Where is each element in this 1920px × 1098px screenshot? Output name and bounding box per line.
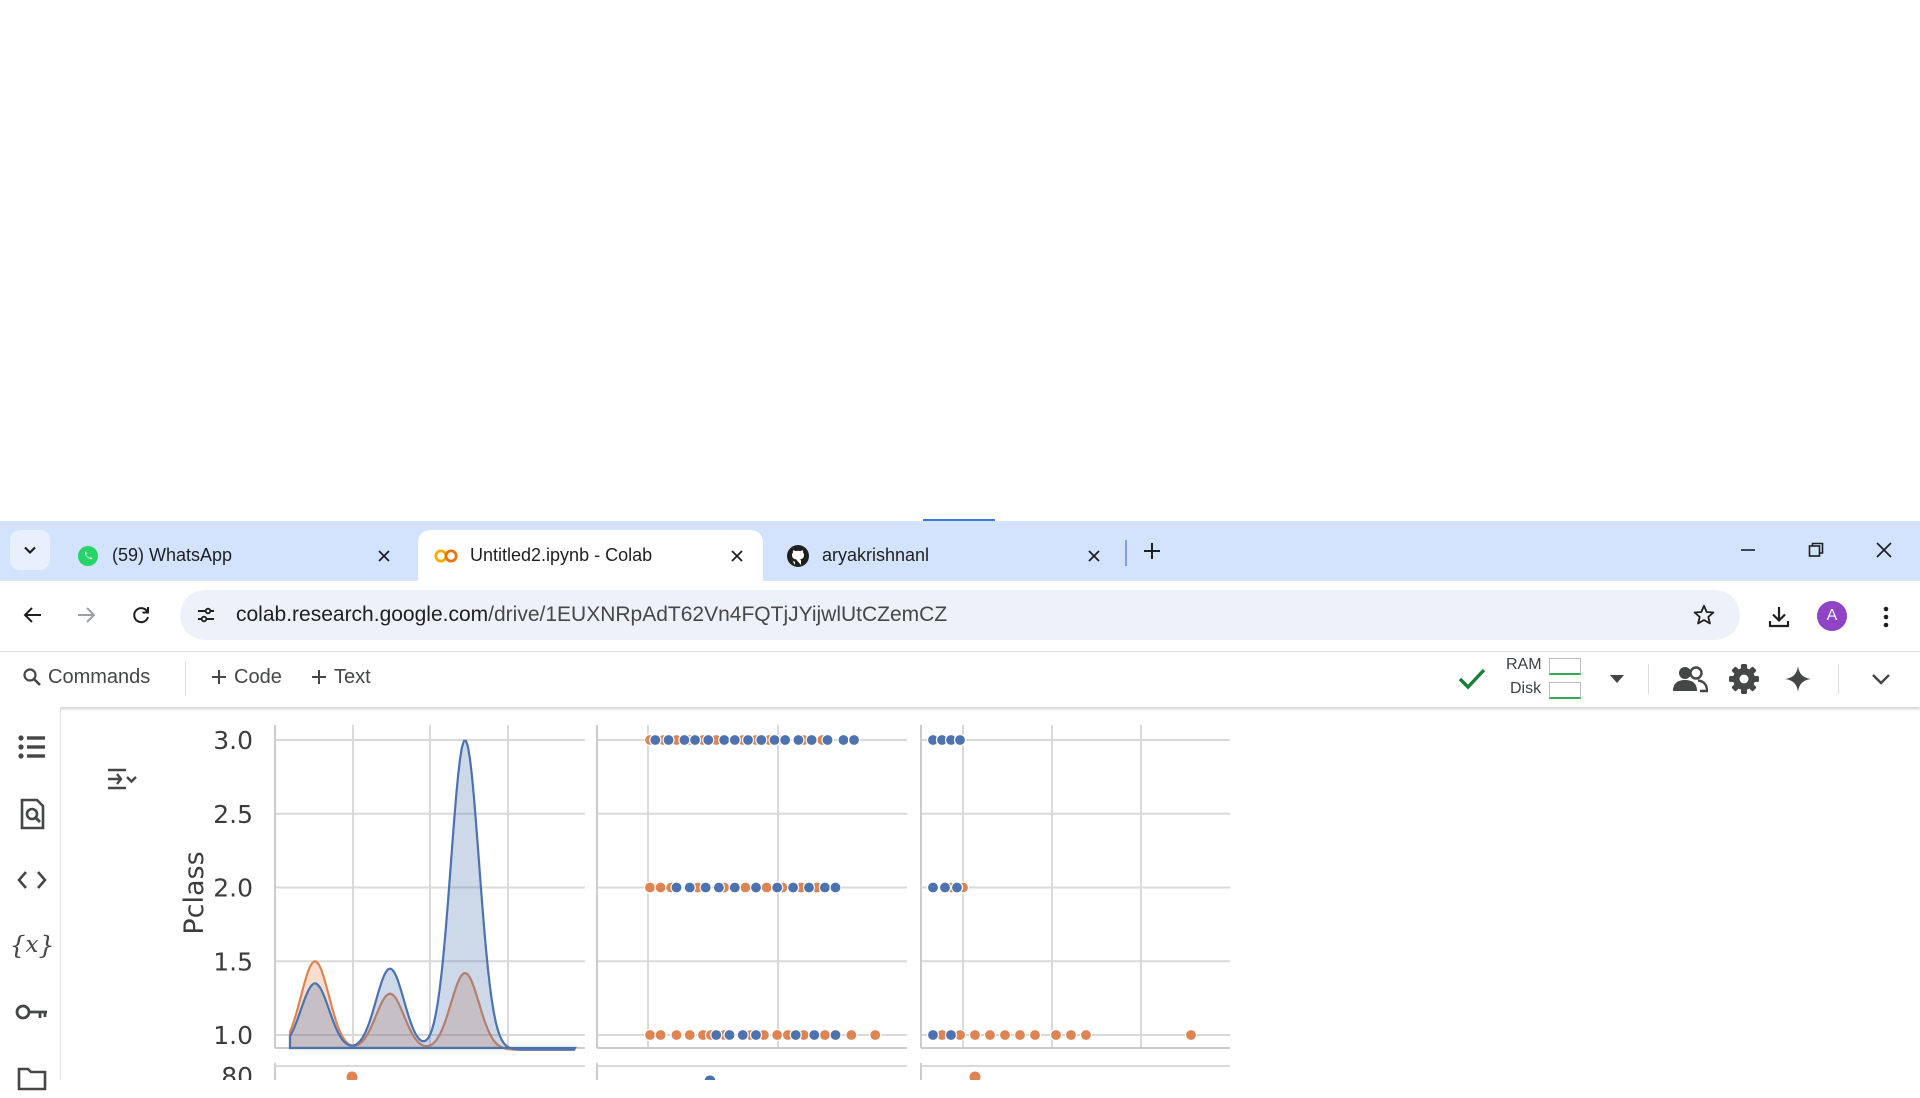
- scatter-point-blue: [938, 881, 952, 894]
- scatter-point-blue: [808, 1028, 821, 1042]
- scatter-point-blue: [710, 1028, 723, 1042]
- scatter-point-orange: [1064, 1028, 1078, 1042]
- scatter-point-blue: [736, 1028, 749, 1042]
- scatter-point-blue: [723, 1028, 736, 1042]
- scatter-point-blue: [953, 733, 967, 747]
- scatter-point-orange: [818, 1028, 832, 1042]
- scatter-point-orange: [1013, 1028, 1027, 1042]
- y-tick-label: 2.5: [213, 800, 253, 829]
- scatter-point-blue: [926, 1028, 940, 1042]
- scatter-point-orange: [969, 1071, 981, 1080]
- scatter-point-blue: [718, 733, 731, 747]
- scatter-point-blue: [699, 881, 712, 894]
- kde-curve-blue: [288, 739, 577, 1051]
- scatter-point-blue: [702, 733, 715, 747]
- y-tick-label: 3.0: [213, 726, 253, 755]
- scatter-point-orange: [643, 1028, 657, 1042]
- scatter-point-blue: [829, 881, 842, 894]
- scatter-point-orange: [760, 881, 773, 894]
- scatter-point-blue: [749, 881, 763, 894]
- y-tick-label: 1.0: [213, 1021, 253, 1050]
- scatter-point-orange: [654, 1028, 667, 1042]
- scatter-point-blue: [821, 733, 834, 747]
- scatter-point-orange: [998, 1028, 1012, 1042]
- y-tick-label: 80: [221, 1062, 253, 1080]
- scatter-point-orange: [739, 881, 752, 894]
- scatter-point-blue: [741, 733, 755, 747]
- scatter-point-blue: [837, 733, 850, 747]
- scatter-point-blue: [688, 733, 702, 747]
- scatter-point-blue: [755, 733, 768, 747]
- scatter-point-blue: [779, 733, 792, 747]
- scatter-point-blue: [829, 1028, 842, 1042]
- scatter-point-orange: [346, 1071, 358, 1080]
- scatter-point-blue: [805, 733, 818, 747]
- scatter-point-orange: [643, 881, 657, 894]
- scatter-point-blue: [704, 1075, 716, 1080]
- scatter-point-blue: [728, 881, 741, 894]
- scatter-point-blue: [649, 733, 662, 747]
- scatter-point-orange: [983, 1028, 997, 1042]
- scatter-point-blue: [712, 881, 726, 894]
- y-tick-label: 1.5: [213, 947, 253, 976]
- y-axis-label: Pclass: [179, 851, 210, 934]
- scatter-point-orange: [1049, 1028, 1063, 1042]
- scatter-point-blue: [926, 881, 940, 894]
- scatter-point-blue: [792, 733, 805, 747]
- scatter-point-blue: [944, 1028, 958, 1042]
- scatter-point-blue: [678, 733, 691, 747]
- scatter-point-blue: [847, 733, 861, 747]
- scatter-point-orange: [869, 1028, 882, 1042]
- scatter-point-orange: [845, 1028, 858, 1042]
- scatter-point-orange: [968, 1028, 982, 1042]
- scatter-point-blue: [670, 881, 683, 894]
- scatter-point-orange: [1028, 1028, 1042, 1042]
- y-tick-label: 2.0: [213, 874, 253, 903]
- scatter-point-blue: [950, 881, 964, 894]
- scatter-point-blue: [662, 733, 675, 747]
- scatter-point-orange: [1184, 1028, 1198, 1042]
- scatter-point-orange: [771, 1028, 784, 1042]
- pairplot-chart: 1.0 1.5 2.0 2.5 3.0 80 Pclass: [179, 725, 1230, 1080]
- scatter-point-blue: [771, 881, 784, 894]
- scatter-point-blue: [789, 1028, 802, 1042]
- scatter-point-orange: [1079, 1028, 1093, 1042]
- scatter-point-blue: [749, 1028, 763, 1042]
- scatter-point-blue: [683, 881, 696, 894]
- scatter-point-orange: [654, 881, 667, 894]
- scatter-point-blue: [786, 881, 800, 894]
- scatter-point-blue: [768, 733, 781, 747]
- scatter-point-blue: [728, 733, 741, 747]
- scatter-point-blue: [802, 881, 816, 894]
- scatter-point-blue: [818, 881, 832, 894]
- scatter-point-orange: [683, 1028, 696, 1042]
- scatter-point-orange: [670, 1028, 683, 1042]
